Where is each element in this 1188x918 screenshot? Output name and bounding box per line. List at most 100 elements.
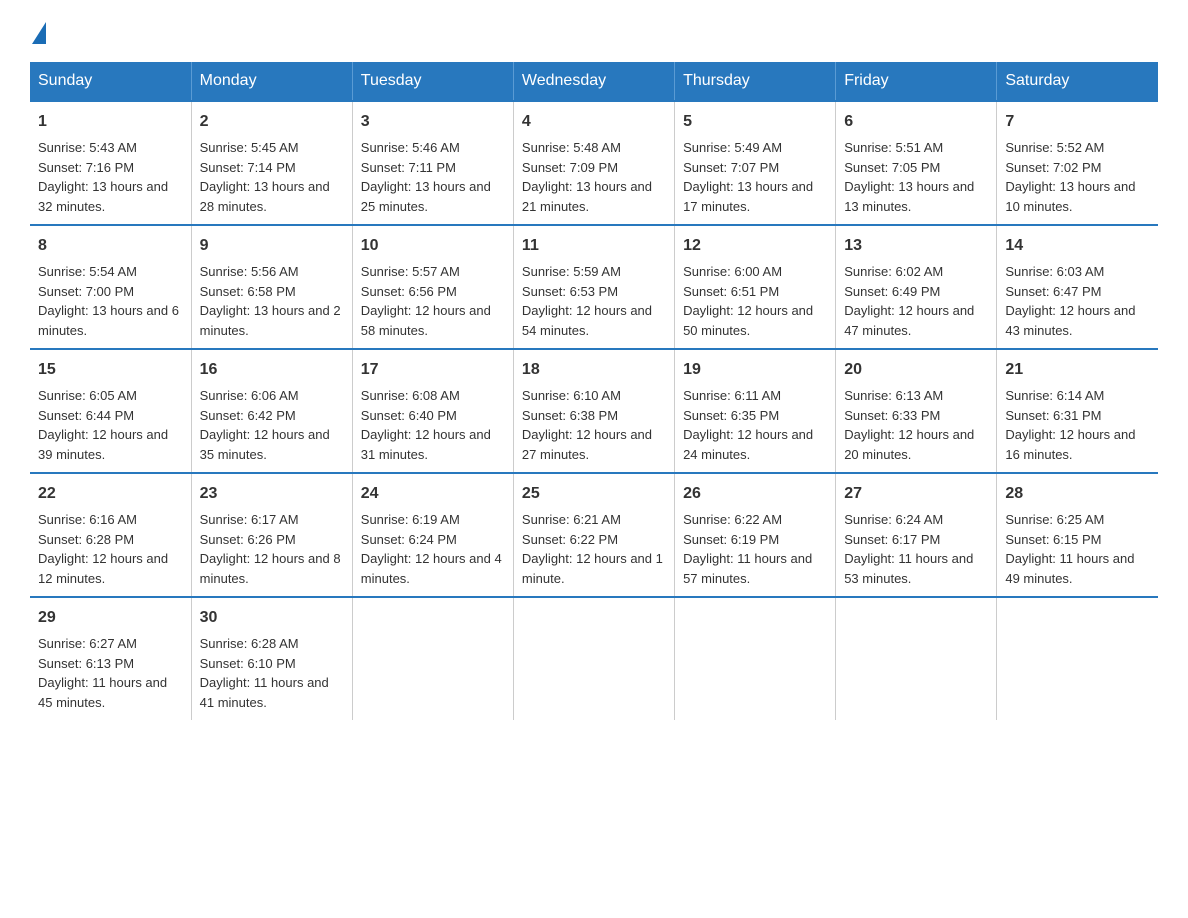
day-number: 24 [361,482,505,506]
cell-info: Sunrise: 6:06 AMSunset: 6:42 PMDaylight:… [200,386,344,464]
calendar-cell: 21 Sunrise: 6:14 AMSunset: 6:31 PMDayligh… [997,349,1158,473]
calendar-cell: 5 Sunrise: 5:49 AMSunset: 7:07 PMDaylight… [675,101,836,225]
calendar-cell [836,597,997,720]
day-number: 11 [522,234,666,258]
day-number: 26 [683,482,827,506]
cell-info: Sunrise: 5:43 AMSunset: 7:16 PMDaylight:… [38,138,183,216]
week-row-1: 1Sunrise: 5:43 AMSunset: 7:16 PMDaylight… [30,101,1158,225]
cell-info: Sunrise: 5:48 AMSunset: 7:09 PMDaylight:… [522,138,666,216]
cell-info: Sunrise: 5:46 AMSunset: 7:11 PMDaylight:… [361,138,505,216]
calendar-cell: 19 Sunrise: 6:11 AMSunset: 6:35 PMDayligh… [675,349,836,473]
day-number: 27 [844,482,988,506]
calendar-cell: 24 Sunrise: 6:19 AMSunset: 6:24 PMDayligh… [352,473,513,597]
cell-info: Sunrise: 6:17 AMSunset: 6:26 PMDaylight:… [200,510,344,588]
calendar-cell [352,597,513,720]
cell-info: Sunrise: 6:19 AMSunset: 6:24 PMDaylight:… [361,510,505,588]
day-number: 21 [1005,358,1150,382]
calendar-cell: 11 Sunrise: 5:59 AMSunset: 6:53 PMDayligh… [513,225,674,349]
page-header [30,20,1158,42]
week-row-4: 22 Sunrise: 6:16 AMSunset: 6:28 PMDayligh… [30,473,1158,597]
logo [30,20,48,42]
calendar-cell: 8 Sunrise: 5:54 AMSunset: 7:00 PMDaylight… [30,225,191,349]
calendar-cell: 10 Sunrise: 5:57 AMSunset: 6:56 PMDayligh… [352,225,513,349]
cell-info: Sunrise: 5:56 AMSunset: 6:58 PMDaylight:… [200,262,344,340]
cell-info: Sunrise: 5:57 AMSunset: 6:56 PMDaylight:… [361,262,505,340]
cell-info: Sunrise: 6:24 AMSunset: 6:17 PMDaylight:… [844,510,988,588]
cell-info: Sunrise: 6:22 AMSunset: 6:19 PMDaylight:… [683,510,827,588]
calendar-table: SundayMondayTuesdayWednesdayThursdayFrid… [30,62,1158,720]
logo-triangle-icon [32,22,46,44]
day-number: 23 [200,482,344,506]
day-number: 6 [844,110,988,134]
day-number: 30 [200,606,344,630]
day-number: 5 [683,110,827,134]
day-number: 13 [844,234,988,258]
cell-info: Sunrise: 5:52 AMSunset: 7:02 PMDaylight:… [1005,138,1150,216]
cell-info: Sunrise: 6:08 AMSunset: 6:40 PMDaylight:… [361,386,505,464]
cell-info: Sunrise: 5:54 AMSunset: 7:00 PMDaylight:… [38,262,183,340]
calendar-cell: 12 Sunrise: 6:00 AMSunset: 6:51 PMDayligh… [675,225,836,349]
day-number: 25 [522,482,666,506]
cell-info: Sunrise: 6:21 AMSunset: 6:22 PMDaylight:… [522,510,666,588]
day-number: 15 [38,358,183,382]
day-number: 28 [1005,482,1150,506]
calendar-cell [513,597,674,720]
day-number: 7 [1005,110,1150,134]
calendar-cell: 28 Sunrise: 6:25 AMSunset: 6:15 PMDayligh… [997,473,1158,597]
calendar-cell: 30Sunrise: 6:28 AMSunset: 6:10 PMDayligh… [191,597,352,720]
cell-info: Sunrise: 6:05 AMSunset: 6:44 PMDaylight:… [38,386,183,464]
week-row-5: 29Sunrise: 6:27 AMSunset: 6:13 PMDayligh… [30,597,1158,720]
cell-info: Sunrise: 5:45 AMSunset: 7:14 PMDaylight:… [200,138,344,216]
cell-info: Sunrise: 6:25 AMSunset: 6:15 PMDaylight:… [1005,510,1150,588]
cell-info: Sunrise: 6:02 AMSunset: 6:49 PMDaylight:… [844,262,988,340]
cell-info: Sunrise: 6:00 AMSunset: 6:51 PMDaylight:… [683,262,827,340]
header-saturday: Saturday [997,62,1158,101]
day-number: 2 [200,110,344,134]
calendar-cell: 15 Sunrise: 6:05 AMSunset: 6:44 PMDayligh… [30,349,191,473]
day-number: 8 [38,234,183,258]
calendar-cell: 18 Sunrise: 6:10 AMSunset: 6:38 PMDayligh… [513,349,674,473]
day-number: 10 [361,234,505,258]
day-number: 4 [522,110,666,134]
week-row-2: 8 Sunrise: 5:54 AMSunset: 7:00 PMDaylight… [30,225,1158,349]
calendar-cell: 17 Sunrise: 6:08 AMSunset: 6:40 PMDayligh… [352,349,513,473]
day-number: 17 [361,358,505,382]
calendar-cell: 7 Sunrise: 5:52 AMSunset: 7:02 PMDaylight… [997,101,1158,225]
cell-info: Sunrise: 6:11 AMSunset: 6:35 PMDaylight:… [683,386,827,464]
calendar-cell: 29Sunrise: 6:27 AMSunset: 6:13 PMDayligh… [30,597,191,720]
calendar-cell [997,597,1158,720]
cell-info: Sunrise: 6:14 AMSunset: 6:31 PMDaylight:… [1005,386,1150,464]
day-number: 16 [200,358,344,382]
day-number: 14 [1005,234,1150,258]
header-wednesday: Wednesday [513,62,674,101]
calendar-cell: 9 Sunrise: 5:56 AMSunset: 6:58 PMDaylight… [191,225,352,349]
cell-info: Sunrise: 6:10 AMSunset: 6:38 PMDaylight:… [522,386,666,464]
cell-info: Sunrise: 5:49 AMSunset: 7:07 PMDaylight:… [683,138,827,216]
calendar-cell: 26 Sunrise: 6:22 AMSunset: 6:19 PMDayligh… [675,473,836,597]
calendar-cell: 13 Sunrise: 6:02 AMSunset: 6:49 PMDayligh… [836,225,997,349]
cell-info: Sunrise: 6:16 AMSunset: 6:28 PMDaylight:… [38,510,183,588]
day-number: 18 [522,358,666,382]
week-row-3: 15 Sunrise: 6:05 AMSunset: 6:44 PMDayligh… [30,349,1158,473]
cell-info: Sunrise: 6:27 AMSunset: 6:13 PMDaylight:… [38,634,183,712]
calendar-cell: 22 Sunrise: 6:16 AMSunset: 6:28 PMDayligh… [30,473,191,597]
header-thursday: Thursday [675,62,836,101]
day-number: 19 [683,358,827,382]
calendar-cell: 6Sunrise: 5:51 AMSunset: 7:05 PMDaylight… [836,101,997,225]
calendar-cell: 25 Sunrise: 6:21 AMSunset: 6:22 PMDayligh… [513,473,674,597]
day-number: 22 [38,482,183,506]
days-of-week-row: SundayMondayTuesdayWednesdayThursdayFrid… [30,62,1158,101]
header-tuesday: Tuesday [352,62,513,101]
cell-info: Sunrise: 6:03 AMSunset: 6:47 PMDaylight:… [1005,262,1150,340]
calendar-cell: 4 Sunrise: 5:48 AMSunset: 7:09 PMDaylight… [513,101,674,225]
day-number: 9 [200,234,344,258]
cell-info: Sunrise: 5:59 AMSunset: 6:53 PMDaylight:… [522,262,666,340]
cell-info: Sunrise: 6:13 AMSunset: 6:33 PMDaylight:… [844,386,988,464]
day-number: 12 [683,234,827,258]
calendar-cell: 16 Sunrise: 6:06 AMSunset: 6:42 PMDayligh… [191,349,352,473]
calendar-cell: 27 Sunrise: 6:24 AMSunset: 6:17 PMDayligh… [836,473,997,597]
header-monday: Monday [191,62,352,101]
calendar-header: SundayMondayTuesdayWednesdayThursdayFrid… [30,62,1158,101]
calendar-cell: 1Sunrise: 5:43 AMSunset: 7:16 PMDaylight… [30,101,191,225]
calendar-cell: 2 Sunrise: 5:45 AMSunset: 7:14 PMDaylight… [191,101,352,225]
